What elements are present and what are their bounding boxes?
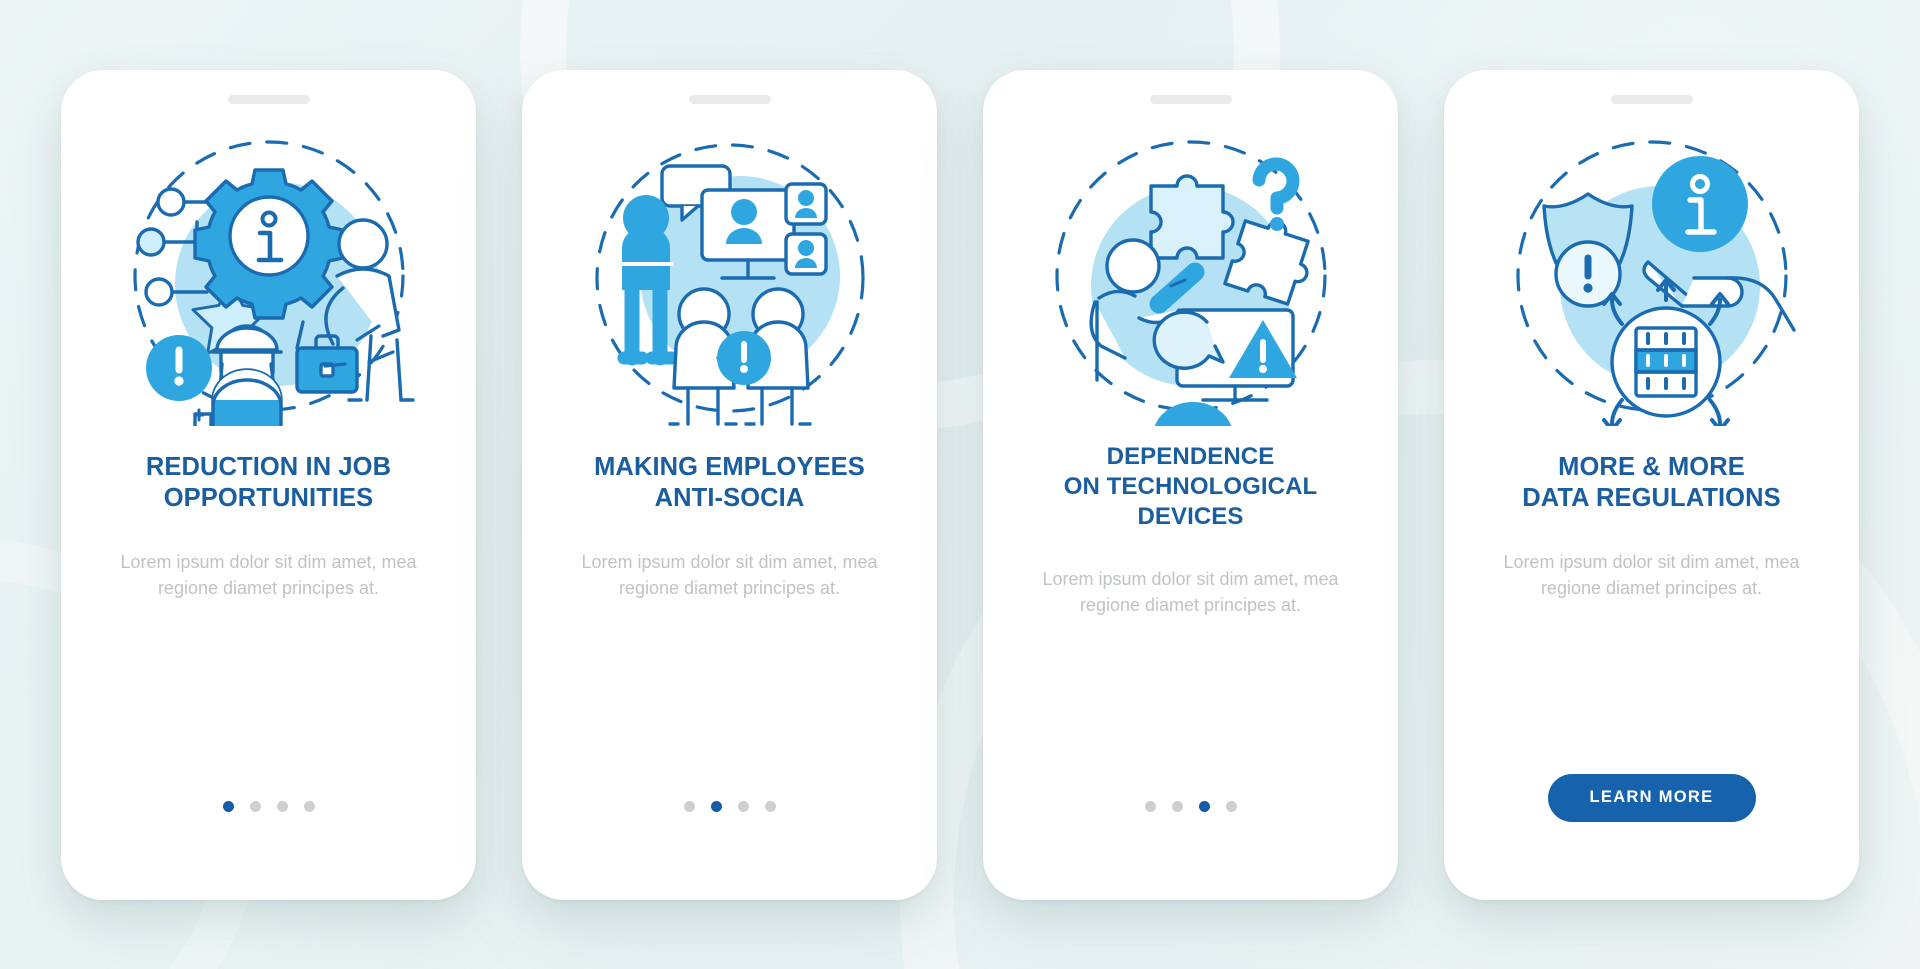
pagination-dot-3[interactable] [737, 800, 749, 812]
speaker-notch [227, 94, 310, 104]
phone-mockup-2: MAKING EMPLOYEES ANTI-SOCIA Lorem ipsum … [522, 69, 937, 900]
phone-mockup-4: MORE & MORE DATA REGULATIONS Lorem ipsum… [1444, 69, 1859, 900]
onboarding-screen-4: MORE & MORE DATA REGULATIONS Lorem ipsum… [1456, 81, 1847, 888]
pagination-dot-3[interactable] [276, 800, 288, 812]
speaker-notch [688, 94, 771, 104]
pagination-dot-2[interactable] [1171, 800, 1183, 812]
learn-more-button[interactable]: LEARN MORE [1547, 773, 1756, 822]
page-title: MAKING EMPLOYEES ANTI-SOCIA [594, 452, 865, 513]
onboarding-screen-2: MAKING EMPLOYEES ANTI-SOCIA Lorem ipsum … [534, 81, 925, 888]
pagination-dot-1[interactable] [222, 800, 234, 812]
pagination-dot-4[interactable] [764, 800, 776, 812]
phone-mockup-3: DEPENDENCE ON TECHNOLOGICAL DEVICES Lore… [983, 69, 1398, 900]
dependence-on-technological-devices-illustration [1041, 126, 1341, 426]
page-title: MORE & MORE DATA REGULATIONS [1522, 452, 1781, 513]
pagination-dot-3[interactable] [1198, 800, 1210, 812]
onboarding-screen-3: DEPENDENCE ON TECHNOLOGICAL DEVICES Lore… [995, 81, 1386, 888]
pagination-dot-1[interactable] [683, 800, 695, 812]
speaker-notch [1149, 94, 1232, 104]
pagination-dot-2[interactable] [710, 800, 722, 812]
pagination-dots[interactable] [683, 800, 776, 812]
pagination-dot-4[interactable] [303, 800, 315, 812]
page-description: Lorem ipsum dolor sit dim amet, mea regi… [581, 552, 878, 599]
pagination-dot-1[interactable] [1144, 800, 1156, 812]
pagination-dot-4[interactable] [1225, 800, 1237, 812]
reduction-in-job-opportunities-illustration [119, 126, 419, 426]
making-employees-anti-social-illustration [580, 126, 880, 426]
page-description: Lorem ipsum dolor sit dim amet, mea regi… [1503, 552, 1800, 599]
pagination-dots[interactable] [222, 800, 315, 812]
page-description: Lorem ipsum dolor sit dim amet, mea regi… [120, 552, 417, 599]
pagination-dot-2[interactable] [249, 800, 261, 812]
pagination-dots[interactable] [1144, 800, 1237, 812]
more-and-more-data-regulations-illustration [1502, 126, 1802, 426]
speaker-notch [1610, 94, 1693, 104]
page-description: Lorem ipsum dolor sit dim amet, mea regi… [1042, 568, 1339, 615]
onboarding-screen-1: REDUCTION IN JOB OPPORTUNITIES Lorem ips… [73, 81, 464, 888]
phone-mockup-1: REDUCTION IN JOB OPPORTUNITIES Lorem ips… [61, 69, 476, 900]
page-title: DEPENDENCE ON TECHNOLOGICAL DEVICES [1063, 442, 1318, 530]
page-title: REDUCTION IN JOB OPPORTUNITIES [145, 452, 392, 513]
onboarding-screens-stage: REDUCTION IN JOB OPPORTUNITIES Lorem ips… [0, 0, 1920, 969]
